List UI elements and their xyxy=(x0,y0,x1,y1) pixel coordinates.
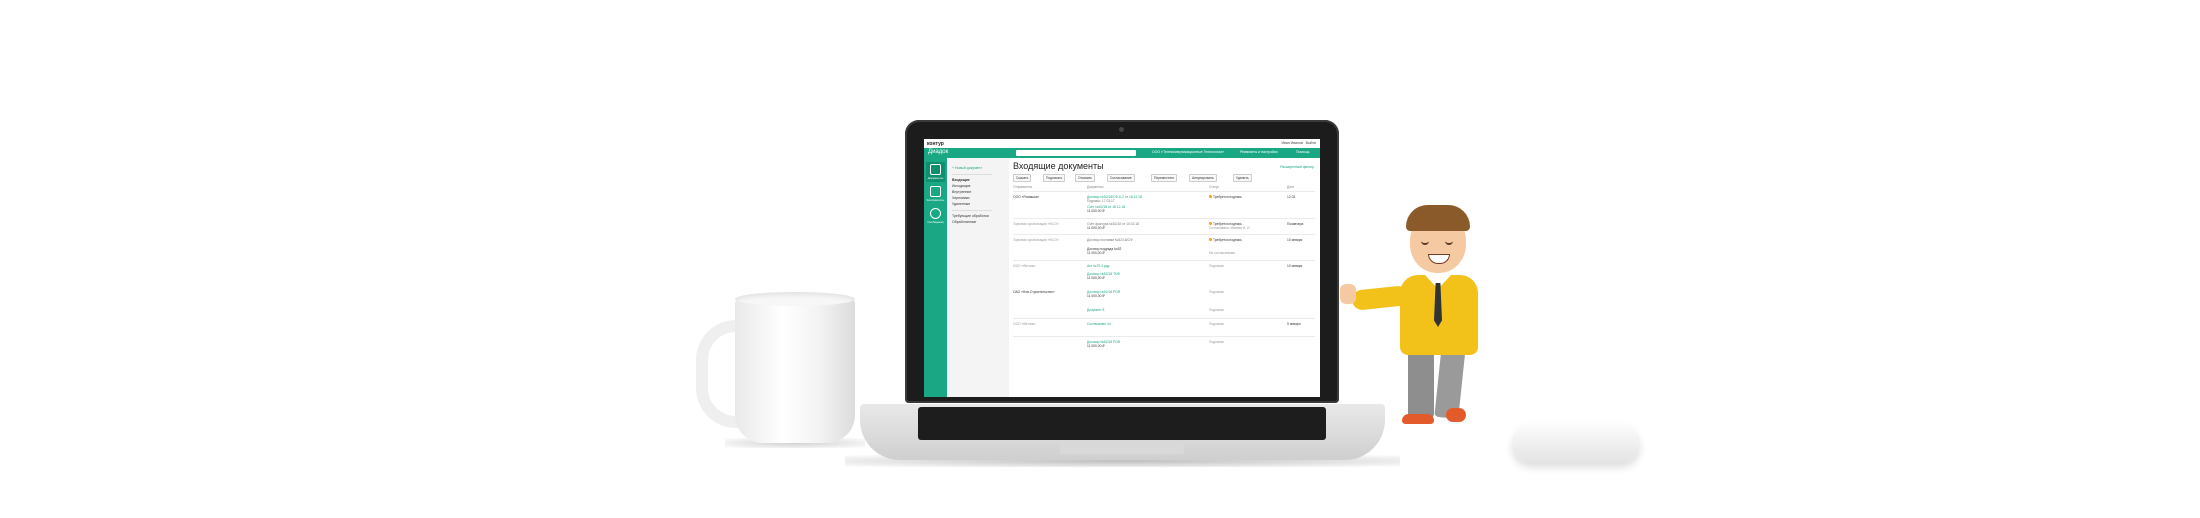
download-button[interactable]: Скачать xyxy=(1013,174,1032,182)
user-name[interactable]: Иван Иванов xyxy=(1281,141,1302,145)
sender-cell: ООО «Ромашка» xyxy=(1013,195,1040,199)
sender-cell: ОАО «Нов.Строительство» xyxy=(1013,290,1055,294)
laptop-camera xyxy=(1119,127,1124,132)
status-cell: Подписан xyxy=(1209,290,1224,294)
nav-item-deleted[interactable]: Удаленные xyxy=(952,202,970,206)
amount: 11 000,00 ₽ xyxy=(1087,209,1105,213)
laptop-keyboard xyxy=(918,407,1326,440)
reject-button[interactable]: Отказать xyxy=(1075,174,1095,182)
status-cell: Требуется подпись xyxy=(1209,238,1242,242)
computer-mouse xyxy=(1512,420,1640,462)
nav-divider xyxy=(952,174,992,175)
status-text: Требуется подпись xyxy=(1213,195,1242,199)
move-button[interactable]: Переместить xyxy=(1151,174,1178,182)
sidebar-item-messages[interactable]: Сообщения xyxy=(926,206,945,226)
status-cell: Подписан xyxy=(1209,340,1224,344)
nav-item-drafts[interactable]: Черновики xyxy=(952,196,969,200)
amount: 11 000,00 ₽ xyxy=(1087,226,1105,230)
column-header-sender[interactable]: Отправитель xyxy=(1013,185,1032,189)
row-divider xyxy=(1013,260,1315,261)
sender-cell: ООО «Ветчик» xyxy=(1013,322,1036,326)
row-divider xyxy=(1013,234,1315,235)
chat-icon xyxy=(930,208,941,219)
status-cell: Подписан xyxy=(1209,308,1224,312)
status-subtext: Согласовано: Иванов И. И. xyxy=(1209,226,1251,230)
column-header-status[interactable]: Статус xyxy=(1209,185,1219,189)
status-dot-icon xyxy=(1209,238,1212,241)
new-document-button[interactable]: + Новый документ xyxy=(952,166,982,170)
amount: 11 000,00 ₽ xyxy=(1087,294,1105,298)
date-cell: 9 января xyxy=(1287,322,1301,326)
laptop-trackpad xyxy=(1060,442,1184,454)
page-title: Входящие документы xyxy=(1013,161,1104,171)
sender-cell: ООО «Ветчик» xyxy=(1013,264,1036,268)
status-cell: Подписан xyxy=(1209,322,1224,326)
row-divider xyxy=(1013,318,1315,319)
folder-nav: + Новый документ Входящие Исходящие Внут… xyxy=(947,158,1009,397)
row-divider xyxy=(1013,218,1315,219)
sidebar-item-label: Контрагенты xyxy=(926,198,945,202)
document-link[interactable]: Договор поставки №52/18/СФ xyxy=(1087,238,1132,242)
date-cell: 10 января xyxy=(1287,264,1303,268)
nav-item-internal[interactable]: Внутренние xyxy=(952,190,971,194)
sidebar-item-contacts[interactable]: Контрагенты xyxy=(926,184,945,204)
document-link[interactable]: Соглашение 44 xyxy=(1087,322,1111,326)
help-link[interactable]: Помощь xyxy=(1296,150,1310,154)
nav-divider xyxy=(952,210,992,211)
column-header-documents[interactable]: Документы xyxy=(1087,185,1103,189)
character-shoe xyxy=(1446,408,1466,422)
row-divider xyxy=(1013,336,1315,337)
character-leg xyxy=(1408,350,1434,418)
column-header-date[interactable]: Дата xyxy=(1287,185,1294,189)
sign-button[interactable]: Подписать xyxy=(1043,174,1066,182)
laptop-screen: контур Иван Иванов Выйти Диадок ООО «Тел… xyxy=(924,139,1320,397)
settings-link[interactable]: Реквизиты и настройки xyxy=(1240,150,1278,154)
app-header: Диадок ООО «Телекоммуникационные Техноло… xyxy=(924,148,1320,158)
logout-link[interactable]: Выйти xyxy=(1306,141,1316,145)
cancel-doc-button[interactable]: Аннулировать xyxy=(1189,174,1217,182)
search-input[interactable] xyxy=(1016,150,1136,156)
advanced-filter-link[interactable]: Расширенный фильтр xyxy=(1280,165,1314,169)
sidebar-item-documents[interactable]: Документы xyxy=(926,162,945,182)
sender-cell: Торговая организация «ФСО» xyxy=(1013,222,1059,226)
status-dot-icon xyxy=(1209,222,1212,225)
status-cell: Подписан xyxy=(1209,264,1224,268)
amount: 11 000,00 ₽ xyxy=(1087,276,1105,280)
sidebar-item-label: Документы xyxy=(927,176,944,180)
sidebar-item-label: Сообщения xyxy=(927,220,944,224)
mug-rim xyxy=(735,292,855,306)
sidebar: Документы Контрагенты Сообщения xyxy=(924,158,947,397)
document-icon xyxy=(930,164,941,175)
character-shoe xyxy=(1402,414,1434,424)
main-content: Входящие документы Расширенный фильтр Ск… xyxy=(1009,158,1320,397)
sender-cell: Торговая организация «ФСО» xyxy=(1013,238,1059,242)
contacts-icon xyxy=(930,186,941,197)
nav-item-processed[interactable]: Обработанные xyxy=(952,220,976,224)
status-text: Требуется подпись xyxy=(1213,238,1242,242)
status-cell: Требуется подпись xyxy=(1209,195,1242,199)
approval-button[interactable]: Согласование xyxy=(1107,174,1135,182)
nav-item-outbox[interactable]: Исходящие xyxy=(952,184,971,188)
amount: 11 000,00 ₽ xyxy=(1087,251,1105,255)
status-dot-icon xyxy=(1209,195,1212,198)
document-link[interactable]: Акт №75 4 рдр xyxy=(1087,264,1110,268)
document-link[interactable]: Документ 8 xyxy=(1087,308,1104,312)
app-name[interactable]: Диадок xyxy=(928,149,948,155)
delete-button[interactable]: Удалить xyxy=(1233,174,1252,182)
document-subtext: Подпись: 17.03.17 xyxy=(1087,199,1115,203)
date-cell: 10 января xyxy=(1287,238,1303,242)
kontur-logo[interactable]: контур xyxy=(927,141,944,147)
org-selector[interactable]: ООО «Телекоммуникационные Технологии» xyxy=(1152,150,1224,154)
amount: 11 000,00 ₽ xyxy=(1087,344,1105,348)
user-bar: Иван Иванов Выйти xyxy=(1281,141,1316,145)
character-hair xyxy=(1406,205,1470,231)
date-cell: Позавчера xyxy=(1287,222,1304,226)
nav-item-inbox[interactable]: Входящие xyxy=(952,178,970,182)
character-thumbs-up xyxy=(1340,284,1356,304)
nav-item-pending[interactable]: Требующие обработки xyxy=(952,214,989,218)
date-cell: 12.03 xyxy=(1287,195,1296,199)
status-subtext: На согласовании xyxy=(1209,251,1236,255)
row-divider xyxy=(1013,191,1315,192)
coffee-mug xyxy=(735,298,855,443)
